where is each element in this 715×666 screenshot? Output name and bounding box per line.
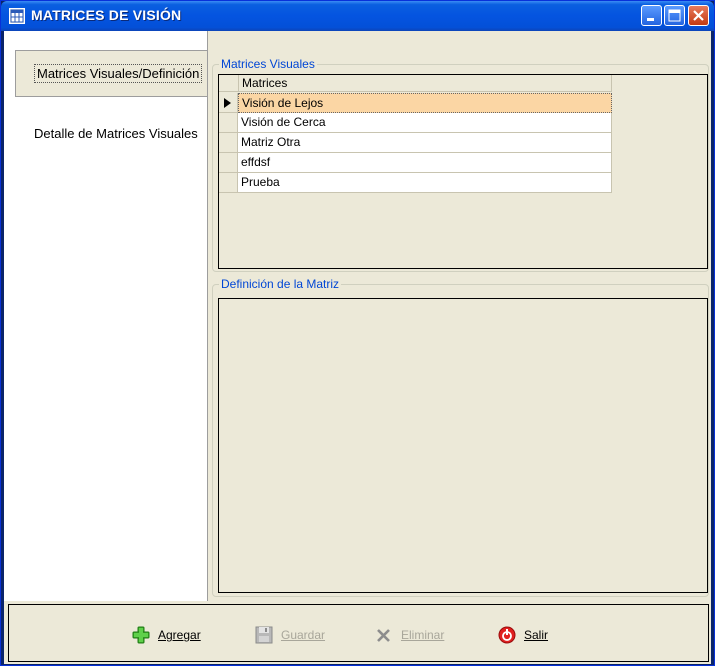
table-row[interactable]: Prueba [219, 173, 612, 193]
delete-button-label: Eliminar [401, 628, 445, 642]
grid-header: Matrices [219, 75, 612, 92]
tab-detalle-matrices[interactable]: Detalle de Matrices Visuales [4, 113, 209, 153]
table-row[interactable]: Visión de Cerca [219, 113, 612, 133]
maximize-button[interactable] [664, 5, 685, 26]
tab-matrices-definicion[interactable]: Matrices Visuales/Definición [15, 50, 207, 97]
table-cell[interactable]: Visión de Lejos [238, 93, 612, 113]
definition-group-legend: Definición de la Matriz [219, 277, 342, 291]
definition-area[interactable] [218, 298, 708, 593]
title-bar[interactable]: MATRICES DE VISIÓN [1, 1, 714, 31]
client-area: Matrices Visuales/Definición Detalle de … [4, 31, 711, 664]
tab-label: Matrices Visuales/Definición [34, 64, 203, 83]
action-toolbar: Agregar Guardar Eliminar Salir [8, 604, 709, 662]
table-cell[interactable]: Prueba [238, 173, 612, 193]
column-header-matrices[interactable]: Matrices [238, 75, 612, 91]
row-indicator [219, 113, 238, 133]
x-delete-icon [375, 626, 393, 644]
power-exit-icon [498, 626, 516, 644]
definition-group: Definición de la Matriz [212, 277, 709, 597]
table-row[interactable]: Matriz Otra [219, 133, 612, 153]
add-button-label: Agregar [158, 628, 201, 642]
save-button[interactable]: Guardar [255, 625, 325, 645]
matrices-group: Matrices Visuales Matrices Visión de Lej… [212, 57, 709, 272]
tab-label: Detalle de Matrices Visuales [34, 125, 198, 141]
matrices-group-legend: Matrices Visuales [219, 57, 317, 71]
row-indicator [219, 153, 238, 173]
main-window: MATRICES DE VISIÓN Matrices Visuales/Def… [0, 0, 715, 666]
plus-icon [132, 626, 150, 644]
matrices-grid[interactable]: Matrices Visión de Lejos Visión de Cerca… [218, 74, 708, 269]
row-indicator [219, 133, 238, 153]
tab-strip: Matrices Visuales/Definición Detalle de … [4, 31, 209, 601]
table-row[interactable]: effdsf [219, 153, 612, 173]
table-cell[interactable]: Matriz Otra [238, 133, 612, 153]
save-button-label: Guardar [281, 628, 326, 642]
table-cell[interactable]: Visión de Cerca [238, 113, 612, 133]
row-indicator [219, 93, 238, 113]
table-cell[interactable]: effdsf [238, 153, 612, 173]
close-button[interactable] [688, 5, 709, 26]
row-indicator [219, 173, 238, 193]
tab-content: Matrices Visuales Matrices Visión de Lej… [207, 31, 711, 601]
exit-button-label: Salir [524, 628, 549, 642]
grid-window-icon [9, 8, 25, 24]
exit-button[interactable]: Salir [498, 625, 548, 645]
current-row-arrow-icon [224, 98, 231, 108]
window-title: MATRICES DE VISIÓN [31, 7, 182, 23]
minimize-button[interactable] [641, 5, 662, 26]
add-button[interactable]: Agregar [132, 625, 201, 645]
floppy-disk-icon [255, 626, 273, 644]
table-row[interactable]: Visión de Lejos [219, 93, 612, 113]
header-indicator-cell [219, 75, 238, 92]
delete-button[interactable]: Eliminar [375, 625, 444, 645]
